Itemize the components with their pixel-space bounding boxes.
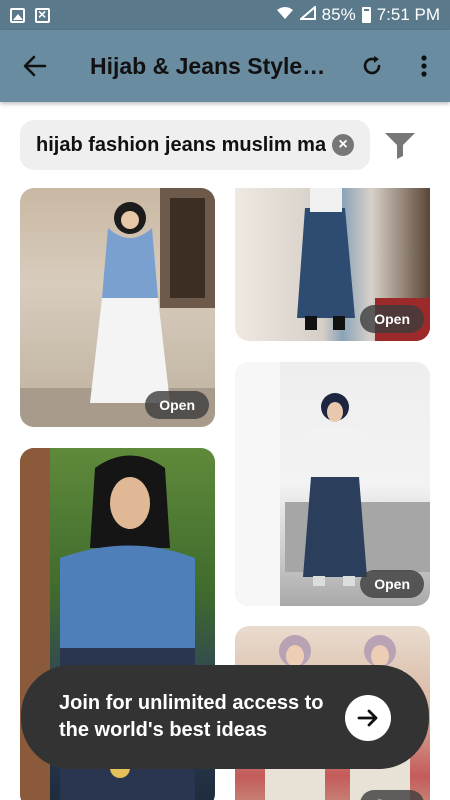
banner-text: Join for unlimited access to the world's… [59,692,324,741]
signal-icon [297,4,316,25]
x-notification-icon [35,6,50,23]
search-row: hijab fashion jeans muslim ma × [0,118,450,174]
arrow-right-icon [357,709,378,727]
clear-icon[interactable]: × [332,134,354,156]
filter-button[interactable] [383,130,417,160]
open-button[interactable]: Open [360,305,424,333]
arrow-left-icon [23,55,47,77]
clock-time: 7:51 PM [376,5,440,24]
more-options-button[interactable] [398,30,450,102]
open-button[interactable]: Open [145,391,209,419]
image-notification-icon [10,7,25,23]
pin-card[interactable]: Open [20,188,215,427]
app-bar: Hijab & Jeans Style… [0,30,450,102]
pin-card[interactable]: Open [235,362,430,606]
filter-icon [385,133,415,159]
page-title: Hijab & Jeans Style… [90,52,326,79]
pin-card[interactable]: Open [235,188,430,341]
signup-banner[interactable]: Join for unlimited access to the world's… [21,665,429,769]
wifi-icon [276,5,294,25]
back-button[interactable] [0,30,70,102]
status-bar: 85% 7:51 PM [0,0,450,30]
search-input[interactable]: hijab fashion jeans muslim ma × [20,120,370,170]
refresh-button[interactable] [346,30,398,102]
open-button[interactable]: Open [360,570,424,598]
refresh-icon [363,56,381,75]
banner-arrow-button[interactable] [345,695,391,741]
open-button[interactable]: Open [360,790,424,800]
battery-percent: 85% [321,5,356,24]
search-query: hijab fashion jeans muslim ma [36,133,326,156]
more-vert-icon [421,55,427,77]
battery-icon [361,7,371,23]
